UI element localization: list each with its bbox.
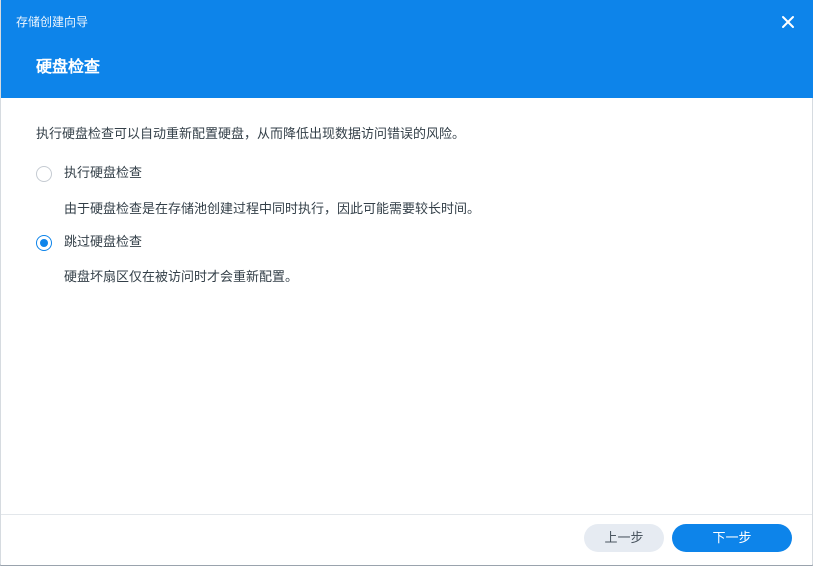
- close-icon: [782, 16, 794, 28]
- close-button[interactable]: [776, 10, 800, 34]
- dialog-header: 存储创建向导 硬盘检查: [1, 0, 813, 98]
- skip-disk-check-description: 硬盘坏扇区仅在被访问时才会重新配置。: [64, 270, 299, 285]
- intro-text: 执行硬盘检查可以自动重新配置硬盘，从而降低出现数据访问错误的风险。: [36, 127, 466, 142]
- next-button[interactable]: 下一步: [672, 524, 792, 552]
- perform-disk-check-description: 由于硬盘检查是在存储池创建过程中同时执行，因此可能需要较长时间。: [64, 202, 481, 217]
- skip-disk-check-label[interactable]: 跳过硬盘检查: [64, 234, 142, 252]
- page-title: 硬盘检查: [36, 57, 101, 76]
- dialog-content: 执行硬盘检查可以自动重新配置硬盘，从而降低出现数据访问错误的风险。 执行硬盘检查…: [1, 98, 813, 514]
- skip-disk-check-radio[interactable]: [36, 235, 52, 251]
- storage-creation-wizard-dialog: 存储创建向导 硬盘检查 执行硬盘检查可以自动重新配置硬盘，从而降低出现数据访问错…: [0, 0, 813, 566]
- dialog-footer: 上一步 下一步: [1, 514, 812, 565]
- perform-disk-check-label[interactable]: 执行硬盘检查: [64, 165, 142, 183]
- previous-button[interactable]: 上一步: [584, 524, 664, 552]
- window-title: 存储创建向导: [16, 15, 89, 29]
- perform-disk-check-radio[interactable]: [36, 166, 52, 182]
